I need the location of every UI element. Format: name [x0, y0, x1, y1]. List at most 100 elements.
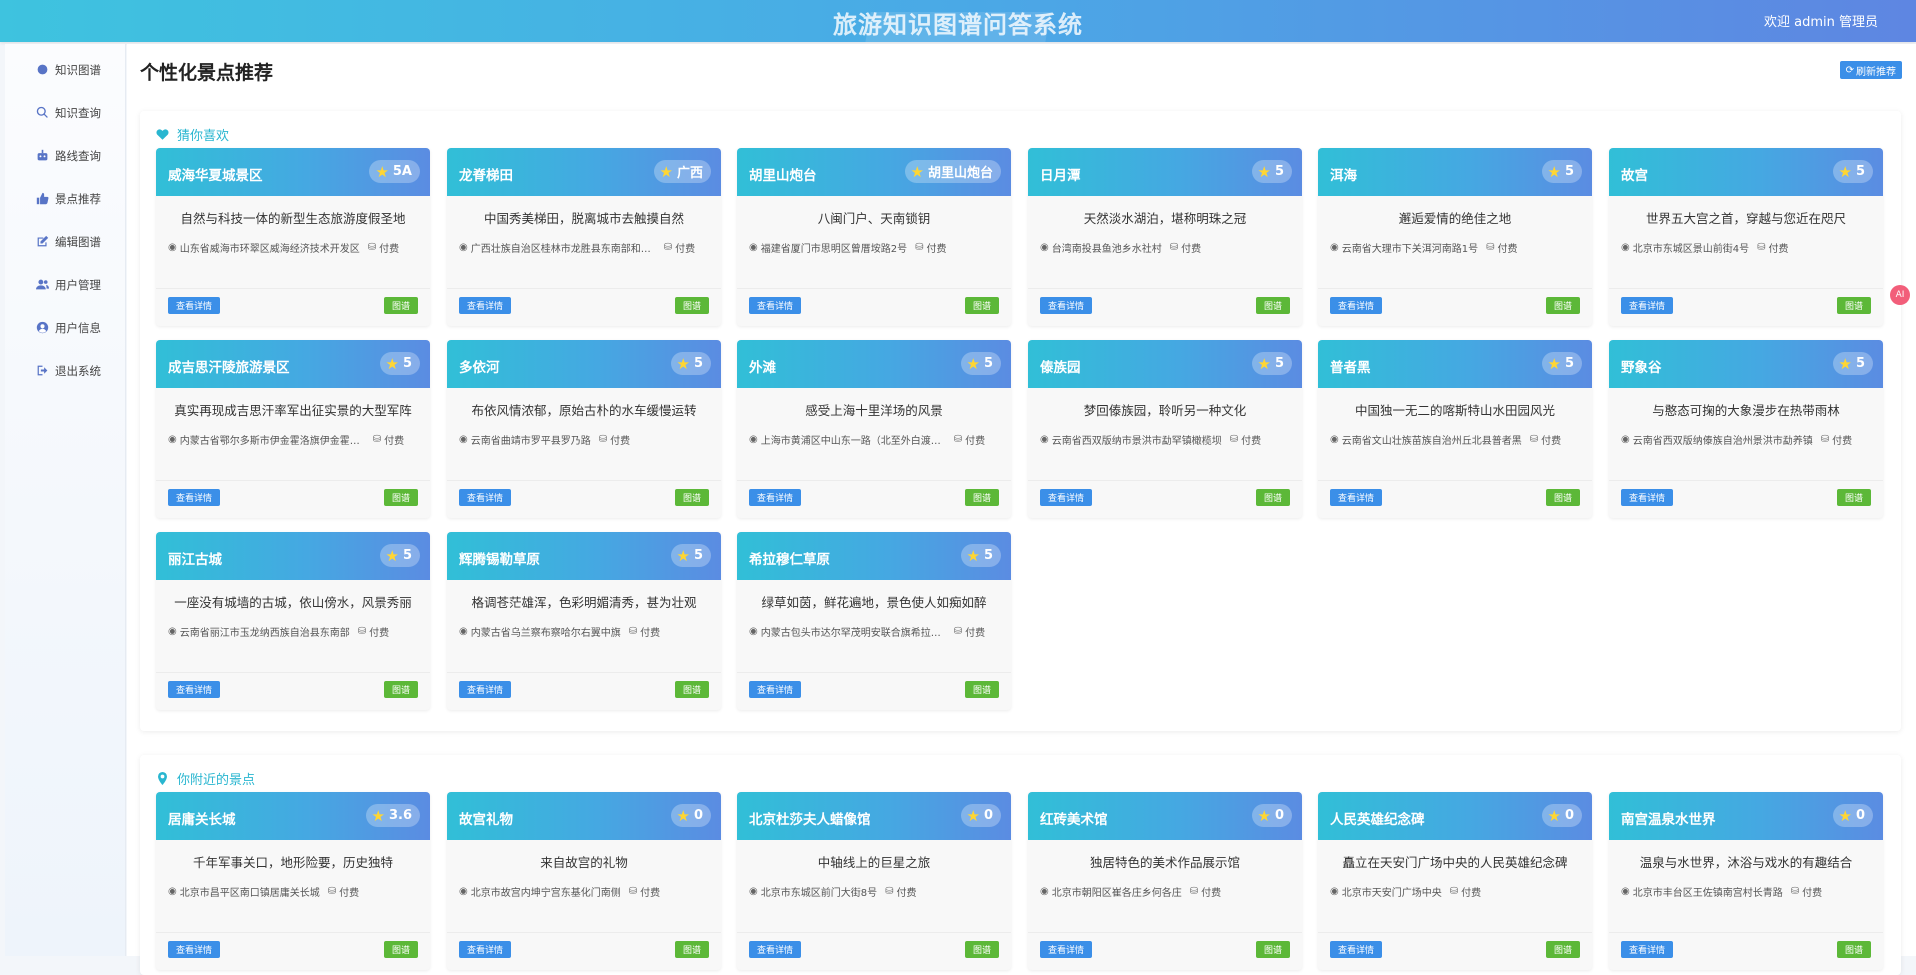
card-meta: ◉ 北京市昌平区南口镇居庸关长城 ⛁ 付费	[168, 884, 422, 899]
star-icon: ★	[910, 162, 924, 181]
card-title: 成吉思汗陵旅游景区	[168, 360, 290, 376]
card-description: 天然淡水湖泊，堪称明珠之冠	[1083, 211, 1247, 226]
graph-button[interactable]: 图谱	[964, 681, 999, 698]
search-icon	[35, 106, 49, 120]
graph-button[interactable]: 图谱	[1255, 941, 1290, 958]
card-meta: ◉ 内蒙古省鄂尔多斯市伊金霍洛旗伊金霍洛镇 ⛁ 付费	[168, 432, 422, 447]
view-detail-button[interactable]: 查看详情	[459, 489, 512, 506]
view-detail-button[interactable]: 查看详情	[1040, 297, 1093, 314]
coins-icon: ⛁	[1486, 242, 1495, 253]
graph-button[interactable]: 图谱	[1836, 941, 1871, 958]
graph-button[interactable]: 图谱	[964, 941, 999, 958]
card-meta: ◉ 山东省威海市环翠区威海经济技术开发区 ⛁ 付费	[168, 240, 422, 255]
card-address: 北京市故宫内坤宁宫东基化门南侧	[470, 888, 621, 899]
rating-badge: ★ 3.6	[365, 804, 420, 827]
view-detail-button[interactable]: 查看详情	[459, 681, 512, 698]
logout-icon	[35, 364, 49, 378]
view-detail-button[interactable]: 查看详情	[749, 681, 802, 698]
view-detail-button[interactable]: 查看详情	[168, 297, 221, 314]
card-address: 内蒙古省乌兰察布察哈尔右翼中旗	[470, 628, 621, 639]
graph-button[interactable]: 图谱	[1836, 297, 1871, 314]
view-detail-button[interactable]: 查看详情	[168, 489, 221, 506]
card-description: 世界五大宫之首，穿越与您近在咫尺	[1645, 211, 1846, 226]
graph-button[interactable]: 图谱	[674, 297, 709, 314]
graph-button[interactable]: 图谱	[674, 681, 709, 698]
graph-button[interactable]: 图谱	[674, 489, 709, 506]
card-address: 山东省威海市环翠区威海经济技术开发区	[179, 244, 360, 255]
view-detail-button[interactable]: 查看详情	[168, 681, 221, 698]
view-detail-button[interactable]: 查看详情	[1621, 297, 1674, 314]
sidebar-item-recommend[interactable]: 景点推荐	[5, 177, 125, 220]
view-detail-button[interactable]: 查看详情	[1621, 489, 1674, 506]
view-detail-button[interactable]: 查看详情	[1330, 941, 1383, 958]
sidebar-item-user-manage[interactable]: 用户管理	[5, 263, 125, 306]
view-detail-button[interactable]: 查看详情	[1330, 489, 1383, 506]
view-detail-button[interactable]: 查看详情	[459, 941, 512, 958]
thumbs-up-icon	[35, 192, 49, 206]
fee-info: ⛁ 付费	[953, 626, 986, 639]
card-description: 八闽门户、天南锁钥	[817, 211, 931, 226]
fee-info: ⛁ 付费	[1757, 242, 1789, 255]
coins-icon: ⛁	[357, 626, 367, 637]
view-detail-button[interactable]: 查看详情	[1040, 489, 1093, 506]
fee-info: ⛁ 付费	[885, 886, 917, 899]
graph-button[interactable]: 图谱	[1836, 489, 1871, 506]
star-icon: ★	[966, 806, 980, 825]
fee-info: ⛁ 付费	[1169, 242, 1202, 255]
card-description: 中国独一无二的喀斯特山水田园风光	[1354, 403, 1555, 418]
divider	[1318, 480, 1592, 481]
card-header: 红砖美术馆 ★ 0	[1028, 792, 1302, 840]
coins-icon: ⛁	[367, 242, 377, 253]
card-title: 故宫	[1621, 168, 1648, 184]
graph-button[interactable]: 图谱	[1545, 941, 1580, 958]
view-detail-button[interactable]: 查看详情	[1330, 297, 1383, 314]
refresh-button[interactable]: ⟳ 刷新推荐	[1839, 61, 1902, 79]
divider	[1609, 288, 1883, 289]
divider	[737, 480, 1011, 481]
view-detail-button[interactable]: 查看详情	[168, 941, 221, 958]
graph-button[interactable]: 图谱	[383, 941, 418, 958]
graph-button[interactable]: 图谱	[1255, 489, 1290, 506]
graph-button[interactable]: 图谱	[964, 489, 999, 506]
scenic-card: 威海华夏城景区 ★ 5A 自然与科技一体的新型生态旅游度假圣地 ◉ 山东省威海市…	[156, 148, 430, 326]
card-header: 龙脊梯田 ★ 广西	[447, 148, 721, 196]
fee-info: ⛁ 付费	[598, 434, 631, 447]
graph-button[interactable]: 图谱	[674, 941, 709, 958]
view-detail-button[interactable]: 查看详情	[459, 297, 512, 314]
sidebar: 知识图谱 知识查询 路线查询 景点推荐 编辑图谱 用户管理 用户信息 退出系统	[5, 44, 126, 956]
rating-badge: ★ 胡里山炮台	[904, 160, 1001, 183]
card-header: 洱海 ★ 5	[1318, 148, 1592, 196]
view-detail-button[interactable]: 查看详情	[1621, 941, 1674, 958]
graph-button[interactable]: 图谱	[383, 297, 418, 314]
card-meta: ◉ 福建省厦门市思明区曾厝垵路2号 ⛁ 付费	[749, 240, 1003, 255]
view-detail-button[interactable]: 查看详情	[749, 941, 802, 958]
location-pin-icon: ◉	[1040, 886, 1049, 897]
view-detail-button[interactable]: 查看详情	[749, 297, 802, 314]
sidebar-item-route-query[interactable]: 路线查询	[5, 134, 125, 177]
view-detail-button[interactable]: 查看详情	[749, 489, 802, 506]
card-description: 来自故宫的礼物	[540, 855, 628, 870]
location-pin-icon: ◉	[1330, 434, 1339, 445]
graph-button[interactable]: 图谱	[964, 297, 999, 314]
card-address: 北京市朝阳区崔各庄乡何各庄	[1051, 888, 1182, 899]
graph-button[interactable]: 图谱	[383, 681, 418, 698]
floating-assistant-icon[interactable]: AI	[1890, 285, 1910, 305]
graph-button[interactable]: 图谱	[1545, 489, 1580, 506]
sidebar-item-logout[interactable]: 退出系统	[5, 349, 125, 392]
view-detail-button[interactable]: 查看详情	[1040, 941, 1093, 958]
graph-button[interactable]: 图谱	[1545, 297, 1580, 314]
card-header: 多依河 ★ 5	[447, 340, 721, 388]
sidebar-item-user-info[interactable]: 用户信息	[5, 306, 125, 349]
card-meta: ◉ 云南省曲靖市罗平县罗乃路 ⛁ 付费	[459, 432, 713, 447]
sidebar-item-knowledge-graph[interactable]: 知识图谱	[5, 48, 125, 91]
card-title: 红砖美术馆	[1040, 812, 1108, 828]
graph-button[interactable]: 图谱	[383, 489, 418, 506]
card-title: 居庸关长城	[168, 812, 236, 828]
sidebar-item-knowledge-query[interactable]: 知识查询	[5, 91, 125, 134]
rating-badge: ★ 5	[960, 544, 1001, 567]
card-header: 故宫 ★ 5	[1609, 148, 1883, 196]
card-description: 感受上海十里洋场的风景	[805, 403, 943, 418]
coins-icon: ⛁	[1449, 886, 1459, 897]
sidebar-item-edit-graph[interactable]: 编辑图谱	[5, 220, 125, 263]
graph-button[interactable]: 图谱	[1255, 297, 1290, 314]
